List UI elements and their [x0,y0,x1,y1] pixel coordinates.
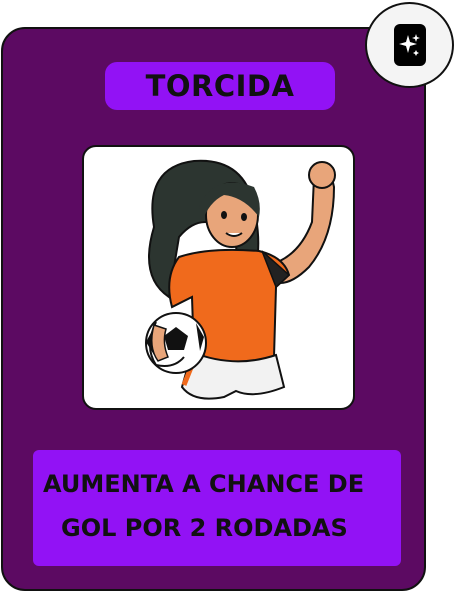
card-title-text: TORCIDA [145,69,295,103]
sparkles-icon [393,24,426,66]
card-type-badge[interactable] [365,2,454,88]
power-card[interactable]: TORCIDA AUMENTA A CHANCE DE GOL POR 2 RO… [1,27,426,591]
card-title: TORCIDA [105,62,335,110]
description-line-1: AUMENTA A CHANCE DE [43,470,365,498]
card-description: AUMENTA A CHANCE DE GOL POR 2 RODADAS [33,450,401,566]
card-image [82,145,355,410]
description-line-2: GOL POR 2 RODADAS [61,514,348,542]
soccer-player-illustration [145,159,336,400]
